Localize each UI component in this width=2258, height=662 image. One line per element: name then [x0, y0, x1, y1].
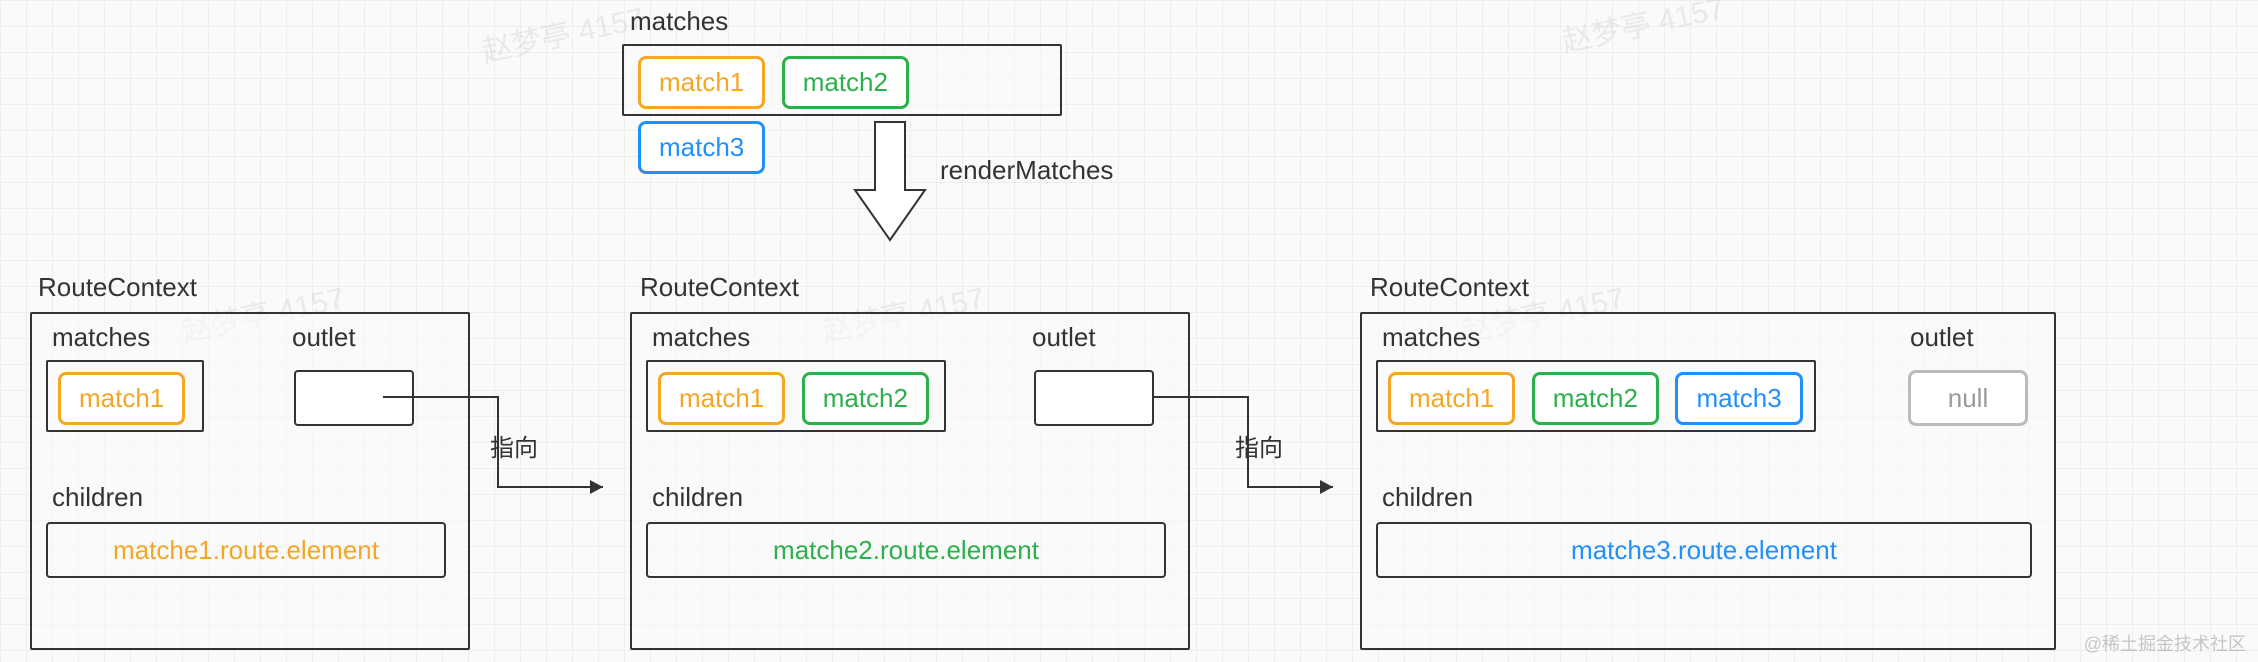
children-label: children — [1382, 482, 1473, 513]
match-chip: match3 — [638, 121, 765, 174]
children-box: matche1.route.element — [46, 522, 446, 578]
match-chip: match2 — [802, 372, 929, 425]
matches-label: matches — [652, 322, 750, 353]
children-label: children — [652, 482, 743, 513]
match-chip: match1 — [658, 372, 785, 425]
footer-watermark: @稀土掘金技术社区 — [2084, 630, 2246, 656]
match-chip: match3 — [1675, 372, 1802, 425]
children-box: matche2.route.element — [646, 522, 1166, 578]
match-chip: match2 — [782, 56, 909, 109]
pointer-label: 指向 — [490, 428, 538, 463]
watermark: 赵梦亭 4157 — [1557, 0, 1728, 61]
route-context-title: RouteContext — [1370, 272, 1529, 303]
matches-box: match1 — [46, 360, 204, 432]
children-text: matche2.route.element — [773, 535, 1039, 566]
outlet-label: outlet — [1032, 322, 1096, 353]
matches-box: match1 match2 — [646, 360, 946, 432]
outlet-box: null — [1908, 370, 2028, 426]
children-box: matche3.route.element — [1376, 522, 2032, 578]
pointer-label: 指向 — [1235, 428, 1283, 463]
match-chip: match2 — [1532, 372, 1659, 425]
top-matches-box: match1 match2 match3 — [622, 44, 1062, 116]
outlet-label: outlet — [292, 322, 356, 353]
match-chip: match1 — [638, 56, 765, 109]
children-text: matche1.route.element — [113, 535, 379, 566]
outlet-box — [1034, 370, 1154, 426]
route-context-title: RouteContext — [38, 272, 197, 303]
matches-label: matches — [52, 322, 150, 353]
route-context-title: RouteContext — [640, 272, 799, 303]
route-context-box: matches match1 match2 match3 outlet null… — [1360, 312, 2056, 650]
route-context-box: matches match1 match2 outlet children ma… — [630, 312, 1190, 650]
match-chip: match1 — [58, 372, 185, 425]
top-matches-label: matches — [630, 6, 728, 37]
children-text: matche3.route.element — [1571, 535, 1837, 566]
arrow-down-icon — [850, 120, 930, 250]
children-label: children — [52, 482, 143, 513]
outlet-label: outlet — [1910, 322, 1974, 353]
matches-label: matches — [1382, 322, 1480, 353]
matches-box: match1 match2 match3 — [1376, 360, 1816, 432]
match-chip: match1 — [1388, 372, 1515, 425]
render-matches-label: renderMatches — [940, 155, 1113, 186]
